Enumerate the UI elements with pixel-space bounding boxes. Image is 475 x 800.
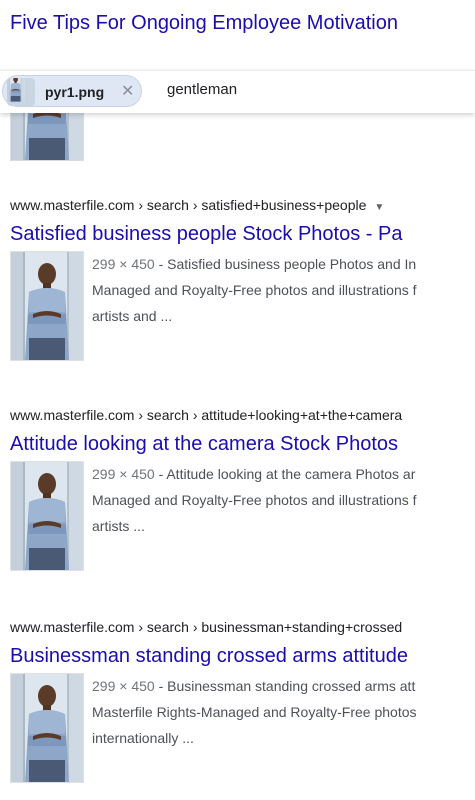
partial-result-thumbnail[interactable] [10, 112, 84, 161]
close-icon[interactable]: ✕ [121, 81, 134, 101]
top-result-title-link[interactable]: Five Tips For Ongoing Employee Motivatio… [10, 12, 398, 35]
result-body: 299 × 450 - Satisfied business people Ph… [10, 251, 475, 363]
result-snippet: 299 × 450 - Satisfied business people Ph… [92, 251, 475, 329]
result-title-link[interactable]: Businessman standing crossed arms attitu… [10, 643, 475, 669]
snippet-line: internationally ... [92, 730, 194, 746]
search-result: www.masterfile.com › search › satisfied+… [10, 195, 475, 363]
breadcrumb-text: www.masterfile.com › search › satisfied+… [10, 197, 367, 213]
result-body: 299 × 450 - Attitude looking at the came… [10, 461, 475, 573]
result-snippet: 299 × 450 - Businessman standing crossed… [92, 673, 475, 751]
result-breadcrumb[interactable]: www.masterfile.com › search › attitude+l… [10, 405, 475, 425]
search-result: www.masterfile.com › search › businessma… [10, 617, 475, 785]
search-input[interactable]: gentleman [167, 81, 237, 98]
snippet-line: - Businessman standing crossed arms att [158, 678, 416, 694]
result-breadcrumb[interactable]: www.masterfile.com › search › satisfied+… [10, 195, 475, 215]
snippet-line: Managed and Royalty-Free photos and illu… [92, 282, 417, 298]
snippet-line: artists ... [92, 518, 145, 534]
result-snippet: 299 × 450 - Attitude looking at the came… [92, 461, 475, 539]
image-dimensions: 299 × 450 [92, 256, 155, 272]
result-body: 299 × 450 - Businessman standing crossed… [10, 673, 475, 785]
result-title-link[interactable]: Attitude looking at the camera Stock Pho… [10, 431, 475, 457]
result-thumbnail[interactable] [10, 673, 84, 783]
chevron-down-icon[interactable]: ▼ [374, 198, 384, 218]
result-title-link[interactable]: Satisfied business people Stock Photos -… [10, 221, 475, 247]
chip-image-thumbnail [7, 78, 35, 106]
snippet-line: artists and ... [92, 308, 173, 324]
chip-filename: pyr1.png [45, 84, 105, 100]
result-thumbnail[interactable] [10, 251, 84, 361]
snippet-line: Managed and Royalty-Free photos and illu… [92, 492, 417, 508]
image-search-chip[interactable]: pyr1.png ✕ [2, 75, 142, 107]
result-thumbnail[interactable] [10, 461, 84, 571]
snippet-line: Masterfile Rights-Managed and Royalty-Fr… [92, 704, 417, 720]
result-breadcrumb[interactable]: www.masterfile.com › search › businessma… [10, 617, 475, 637]
snippet-line: - Satisfied business people Photos and I… [158, 256, 417, 272]
image-dimensions: 299 × 450 [92, 466, 155, 482]
search-bar: pyr1.png ✕ [0, 70, 475, 113]
snippet-line: - Attitude looking at the camera Photos … [158, 466, 416, 482]
image-dimensions: 299 × 450 [92, 678, 155, 694]
search-result: www.masterfile.com › search › attitude+l… [10, 405, 475, 573]
